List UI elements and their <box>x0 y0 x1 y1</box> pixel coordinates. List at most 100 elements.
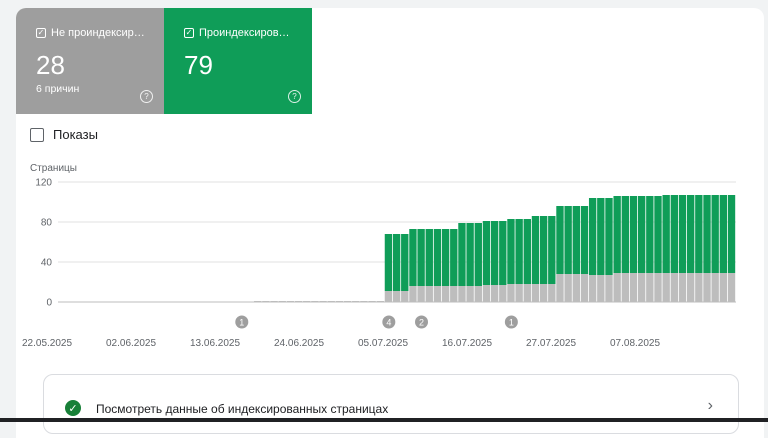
bar-indexed <box>629 196 638 273</box>
shows-checkbox[interactable] <box>30 127 44 142</box>
bar-indexed <box>670 195 679 273</box>
annotation-label: 1 <box>509 318 514 328</box>
bar-not-indexed <box>580 274 589 302</box>
bar-indexed <box>392 234 401 291</box>
bar-indexed <box>637 196 646 273</box>
bar-not-indexed <box>719 273 728 302</box>
help-circle-icon[interactable]: ? <box>288 90 301 103</box>
indexed-label: Проиндексиров… <box>199 27 290 39</box>
bar-indexed <box>613 196 621 273</box>
bar-indexed <box>490 221 499 285</box>
bar-not-indexed <box>466 286 474 302</box>
bar-not-indexed <box>409 286 417 302</box>
y-axis-title: Страницы <box>30 163 77 174</box>
annotation-label: 1 <box>239 318 244 328</box>
bar-not-indexed <box>286 301 295 302</box>
not-indexed-label: Не проиндексир… <box>51 27 145 39</box>
y-tick-label: 0 <box>46 298 52 309</box>
bar-indexed <box>695 195 703 273</box>
bar-indexed <box>450 229 458 286</box>
bar-not-indexed <box>335 301 344 302</box>
bar-not-indexed <box>474 286 482 302</box>
help-circle-icon[interactable]: ? <box>140 90 153 103</box>
bottom-edge <box>0 418 768 422</box>
view-indexed-pages-link[interactable]: ✓ Посмотреть данные об индексированных с… <box>43 374 739 434</box>
bar-not-indexed <box>360 301 368 302</box>
not-indexed-count: 28 <box>36 50 65 80</box>
bar-not-indexed <box>499 285 507 302</box>
bar-indexed <box>531 216 540 284</box>
indexed-count: 79 <box>184 50 213 80</box>
x-tick-label: 02.06.2025 <box>106 338 156 349</box>
bar-not-indexed <box>376 301 384 302</box>
bar-not-indexed <box>490 285 499 302</box>
bar-not-indexed <box>254 301 262 302</box>
y-tick-label: 40 <box>41 258 53 269</box>
bar-not-indexed <box>564 274 572 302</box>
bar-not-indexed <box>727 273 736 302</box>
bar-indexed <box>556 206 564 274</box>
bar-not-indexed <box>597 275 605 302</box>
bar-indexed <box>433 229 442 286</box>
bar-not-indexed <box>515 284 523 302</box>
checkbox-checked-icon[interactable]: ✓ <box>36 28 46 38</box>
annotation-label: 4 <box>386 318 391 328</box>
x-tick-label: 22.05.2025 <box>22 338 72 349</box>
bar-indexed <box>564 206 572 274</box>
bar-indexed <box>417 229 425 286</box>
bar-not-indexed <box>368 301 376 302</box>
bar-not-indexed <box>695 273 703 302</box>
bar-not-indexed <box>352 301 360 302</box>
bar-not-indexed <box>482 285 491 302</box>
bar-not-indexed <box>654 273 662 302</box>
bar-indexed <box>597 198 605 275</box>
checkbox-checked-icon[interactable]: ✓ <box>184 28 194 38</box>
bar-not-indexed <box>278 301 286 302</box>
bar-not-indexed <box>678 273 687 302</box>
bar-indexed <box>548 216 556 284</box>
bar-not-indexed <box>458 286 466 302</box>
bar-not-indexed <box>294 301 303 302</box>
y-tick-label: 80 <box>41 218 53 229</box>
not-indexed-reasons: 6 причин <box>36 83 80 95</box>
x-tick-label: 24.06.2025 <box>274 338 324 349</box>
bar-indexed <box>678 195 687 273</box>
bar-indexed <box>425 229 433 286</box>
bar-not-indexed <box>556 274 564 302</box>
bar-not-indexed <box>523 284 531 302</box>
bar-not-indexed <box>392 291 401 302</box>
index-coverage-card: ✓ Не проиндексир… 28 6 причин ? ✓ Проинд… <box>16 8 764 438</box>
bar-indexed <box>621 196 630 273</box>
bar-not-indexed <box>621 273 630 302</box>
bar-indexed <box>523 219 531 284</box>
bar-not-indexed <box>425 286 433 302</box>
bar-indexed <box>703 195 711 273</box>
bar-not-indexed <box>417 286 425 302</box>
bar-indexed <box>441 229 450 286</box>
bar-not-indexed <box>311 301 319 302</box>
bar-not-indexed <box>270 301 278 302</box>
bar-indexed <box>539 216 548 284</box>
bar-not-indexed <box>343 301 352 302</box>
y-tick-label: 120 <box>35 178 52 189</box>
bar-not-indexed <box>548 284 556 302</box>
bar-not-indexed <box>613 273 621 302</box>
bar-indexed <box>654 196 662 273</box>
bar-not-indexed <box>433 286 442 302</box>
indexed-tile[interactable]: ✓ Проиндексиров… 79 ? <box>164 8 312 114</box>
bar-indexed <box>384 234 393 291</box>
bar-indexed <box>515 219 523 284</box>
bar-not-indexed <box>703 273 711 302</box>
bar-indexed <box>588 198 597 275</box>
shows-checkbox-row[interactable]: Показы <box>30 127 98 142</box>
bar-indexed <box>580 206 589 274</box>
bar-indexed <box>711 195 719 273</box>
bar-not-indexed <box>670 273 679 302</box>
bar-indexed <box>409 229 417 286</box>
bar-not-indexed <box>588 275 597 302</box>
view-indexed-pages-label: Посмотреть данные об индексированных стр… <box>96 402 389 416</box>
bar-not-indexed <box>303 301 311 302</box>
not-indexed-tile[interactable]: ✓ Не проиндексир… 28 6 причин ? <box>16 8 164 114</box>
bar-not-indexed <box>662 273 670 302</box>
shows-label: Показы <box>53 127 98 142</box>
